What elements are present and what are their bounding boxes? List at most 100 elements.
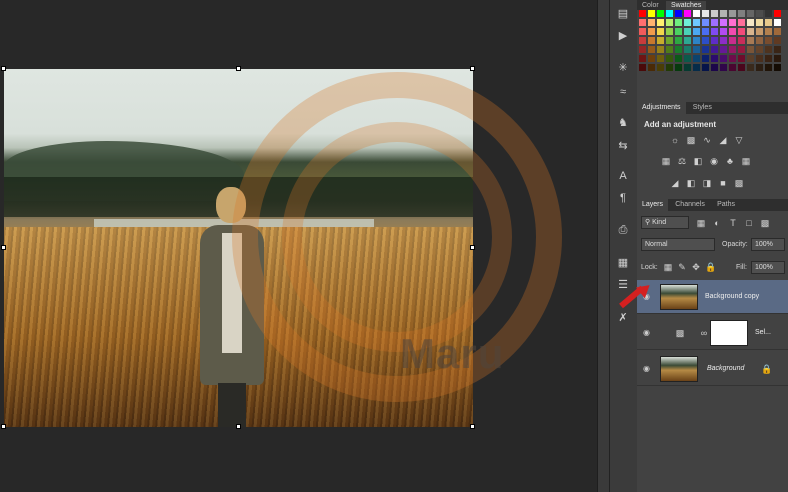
transform-handle[interactable] [236, 424, 241, 429]
layer-row-background[interactable]: ◉ Background 🔒 [637, 352, 788, 386]
transform-handle[interactable] [470, 66, 475, 71]
swatch[interactable] [693, 55, 700, 62]
history-icon[interactable]: ▤ [614, 6, 632, 22]
clone-source-icon[interactable]: ♞ [614, 115, 632, 131]
swatch[interactable] [711, 37, 718, 44]
transform-handle[interactable] [236, 66, 241, 71]
swatch[interactable] [702, 19, 709, 26]
swatch[interactable] [774, 10, 781, 17]
tab-channels[interactable]: Channels [670, 199, 710, 211]
swatch[interactable] [747, 55, 754, 62]
brush-settings-icon[interactable]: ✳ [614, 60, 632, 76]
swatch[interactable] [747, 37, 754, 44]
swatch[interactable] [765, 37, 772, 44]
character-icon[interactable]: A [614, 168, 632, 184]
visibility-eye-icon[interactable]: ◉ [643, 364, 652, 373]
swatch[interactable] [657, 55, 664, 62]
filter-type-icon[interactable]: T [728, 218, 738, 228]
notes-icon[interactable]: ▦ [614, 255, 632, 271]
swatch[interactable] [684, 46, 691, 53]
swatch[interactable] [675, 37, 682, 44]
swatch[interactable] [648, 37, 655, 44]
swatch[interactable] [684, 64, 691, 71]
swatch[interactable] [684, 55, 691, 62]
swatch[interactable] [747, 19, 754, 26]
swatch[interactable] [702, 55, 709, 62]
tab-adjustments[interactable]: Adjustments [637, 102, 686, 114]
swatch[interactable] [702, 37, 709, 44]
swatch[interactable] [765, 46, 772, 53]
vibrance-icon[interactable]: ▽ [734, 135, 744, 145]
swatch[interactable] [756, 46, 763, 53]
color-balance-icon[interactable]: ⚖ [677, 156, 687, 166]
swatch[interactable] [666, 46, 673, 53]
swatch[interactable] [648, 46, 655, 53]
swatch[interactable] [666, 28, 673, 35]
lock-image-icon[interactable]: ✎ [677, 262, 687, 272]
swatch[interactable] [774, 37, 781, 44]
swatch[interactable] [720, 46, 727, 53]
swatch[interactable] [738, 46, 745, 53]
swatch[interactable] [639, 46, 646, 53]
swatch[interactable] [765, 19, 772, 26]
lock-position-icon[interactable]: ✥ [691, 262, 701, 272]
swatch[interactable] [729, 37, 736, 44]
swatch[interactable] [675, 64, 682, 71]
layer-row-selective-color[interactable]: ◉ ▩ ∞ Sel... [637, 316, 788, 350]
swatch[interactable] [738, 37, 745, 44]
swatch[interactable] [711, 10, 718, 17]
swatch[interactable] [693, 46, 700, 53]
swatch[interactable] [666, 10, 673, 17]
fill-input[interactable]: 100% [751, 261, 785, 274]
tools-icon[interactable]: ✗ [614, 310, 632, 326]
threshold-icon[interactable]: ◨ [702, 178, 712, 188]
tab-paths[interactable]: Paths [712, 199, 740, 211]
swatch[interactable] [675, 19, 682, 26]
exposure-icon[interactable]: ◢ [718, 135, 728, 145]
swatch[interactable] [693, 64, 700, 71]
swatch[interactable] [747, 46, 754, 53]
swatch[interactable] [648, 28, 655, 35]
transform-handle[interactable] [470, 424, 475, 429]
swatch[interactable] [774, 19, 781, 26]
swatch[interactable] [711, 19, 718, 26]
swatch[interactable] [639, 10, 646, 17]
selective-color-icon[interactable]: ▩ [734, 178, 744, 188]
swatch[interactable] [675, 55, 682, 62]
swatch[interactable] [765, 28, 772, 35]
swatch[interactable] [666, 37, 673, 44]
swatch[interactable] [729, 28, 736, 35]
swatch[interactable] [702, 46, 709, 53]
photo-filter-icon[interactable]: ◉ [709, 156, 719, 166]
swatch[interactable] [693, 28, 700, 35]
hue-saturation-icon[interactable]: ▦ [661, 156, 671, 166]
swatch[interactable] [738, 10, 745, 17]
swatch[interactable] [774, 28, 781, 35]
filter-shape-icon[interactable]: □ [744, 218, 754, 228]
swatch[interactable] [675, 46, 682, 53]
swatch[interactable] [720, 37, 727, 44]
swatch[interactable] [639, 55, 646, 62]
lock-transparent-icon[interactable]: ▦ [663, 262, 673, 272]
swatch[interactable] [756, 10, 763, 17]
swatch[interactable] [639, 19, 646, 26]
swatch[interactable] [711, 46, 718, 53]
levels-icon[interactable]: ▩ [686, 135, 696, 145]
filter-adjustment-icon[interactable]: ◐ [712, 218, 722, 228]
swatch[interactable] [756, 55, 763, 62]
swatch[interactable] [666, 55, 673, 62]
transform-handle[interactable] [470, 245, 475, 250]
swatch[interactable] [720, 28, 727, 35]
swatch[interactable] [675, 28, 682, 35]
swatch[interactable] [639, 37, 646, 44]
layer-filter-select[interactable]: ⚲ Kind [641, 216, 689, 229]
layer-row-background-copy[interactable]: ◉ Background copy [637, 280, 788, 314]
filter-smart-icon[interactable]: ▩ [760, 218, 770, 228]
color-lookup-icon[interactable]: ▦ [741, 156, 751, 166]
swatch[interactable] [765, 10, 772, 17]
paste-icon[interactable]: ⎙ [614, 222, 632, 238]
swatch[interactable] [666, 19, 673, 26]
opacity-input[interactable]: 100% [751, 238, 785, 251]
swatch[interactable] [720, 55, 727, 62]
swatch[interactable] [711, 55, 718, 62]
